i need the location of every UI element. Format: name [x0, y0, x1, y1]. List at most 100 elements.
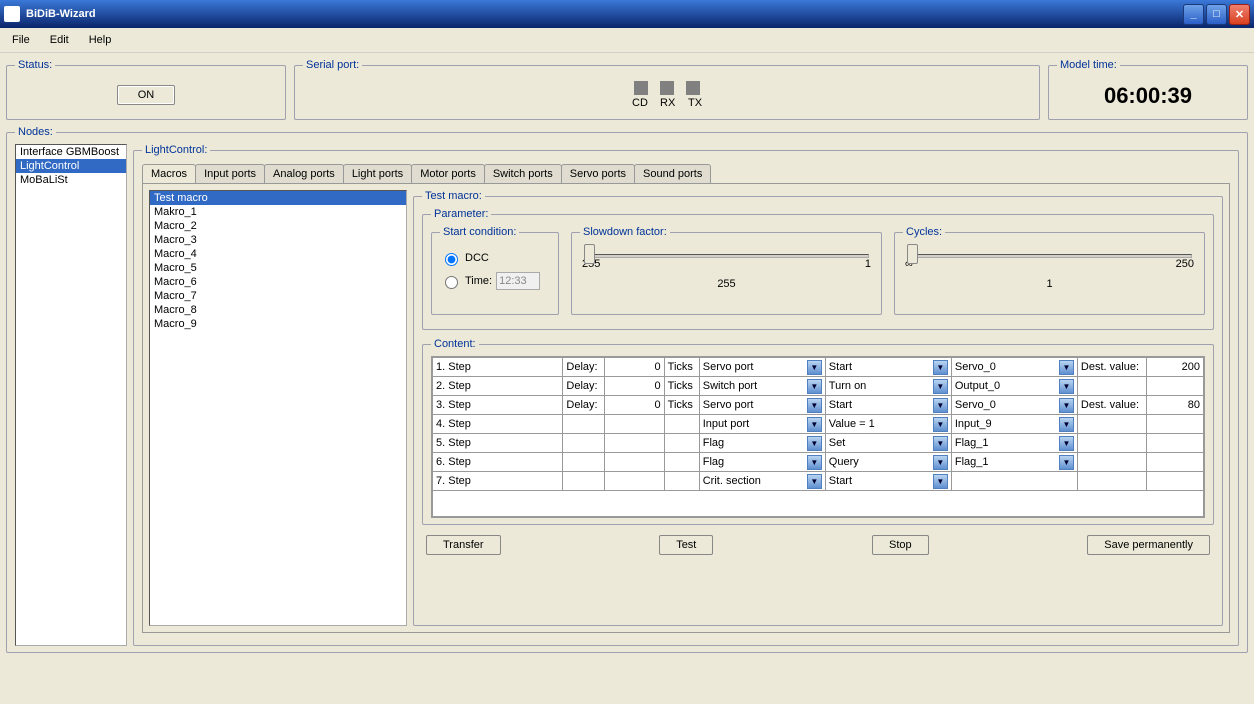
- macro-detail-fieldset: Test macro: Parameter: Start condition: …: [413, 190, 1223, 626]
- dest-input: [1147, 453, 1204, 472]
- tab[interactable]: Motor ports: [411, 164, 485, 183]
- macro-item[interactable]: Macro_2: [150, 219, 406, 233]
- macro-title: Test macro:: [422, 190, 485, 202]
- macro-item[interactable]: Macro_8: [150, 303, 406, 317]
- menu-edit[interactable]: Edit: [46, 32, 73, 48]
- chevron-down-icon[interactable]: ▼: [807, 398, 822, 413]
- dest-input[interactable]: 80: [1147, 396, 1204, 415]
- port-dropdown[interactable]: Servo port▼: [703, 397, 822, 413]
- tab[interactable]: Macros: [142, 164, 196, 183]
- dest-input[interactable]: 200: [1147, 358, 1204, 377]
- target-dropdown[interactable]: Input_9▼: [955, 416, 1074, 432]
- serial-legend: Serial port:: [303, 59, 362, 71]
- action-dropdown[interactable]: Start▼: [829, 397, 948, 413]
- chevron-down-icon[interactable]: ▼: [933, 474, 948, 489]
- test-button[interactable]: Test: [659, 535, 713, 555]
- start-condition-legend: Start condition:: [440, 226, 519, 238]
- stop-button[interactable]: Stop: [872, 535, 929, 555]
- chevron-down-icon[interactable]: ▼: [933, 398, 948, 413]
- nodes-list[interactable]: Interface GBMBoostLightControlMoBaLiSt: [15, 144, 127, 646]
- tx-led: [686, 81, 700, 95]
- target-dropdown[interactable]: Servo_0▼: [955, 397, 1074, 413]
- macro-list[interactable]: Test macroMakro_1Macro_2Macro_3Macro_4Ma…: [149, 190, 407, 626]
- macro-item[interactable]: Macro_5: [150, 261, 406, 275]
- lightcontrol-fieldset: LightControl: MacrosInput portsAnalog po…: [133, 144, 1239, 646]
- macro-item[interactable]: Test macro: [150, 191, 406, 205]
- delay-input: [604, 434, 664, 453]
- port-dropdown[interactable]: Flag▼: [703, 435, 822, 451]
- macro-item[interactable]: Macro_7: [150, 289, 406, 303]
- macro-item[interactable]: Macro_9: [150, 317, 406, 331]
- tab[interactable]: Analog ports: [264, 164, 344, 183]
- target-dropdown[interactable]: Servo_0▼: [955, 359, 1074, 375]
- chevron-down-icon[interactable]: ▼: [933, 379, 948, 394]
- close-button[interactable]: ✕: [1229, 4, 1250, 25]
- chevron-down-icon[interactable]: ▼: [807, 455, 822, 470]
- node-item[interactable]: MoBaLiSt: [16, 173, 126, 187]
- chevron-down-icon[interactable]: ▼: [807, 474, 822, 489]
- port-dropdown[interactable]: Servo port▼: [703, 359, 822, 375]
- chevron-down-icon[interactable]: ▼: [1059, 360, 1074, 375]
- delay-input[interactable]: 0: [604, 377, 664, 396]
- port-dropdown[interactable]: Input port▼: [703, 416, 822, 432]
- dest-label: Dest. value:: [1077, 358, 1147, 377]
- slowdown-thumb[interactable]: [584, 244, 595, 264]
- target-dropdown[interactable]: Output_0▼: [955, 378, 1074, 394]
- time-radio[interactable]: [445, 276, 458, 289]
- cycles-max: 250: [1176, 258, 1194, 270]
- action-dropdown[interactable]: Value = 1▼: [829, 416, 948, 432]
- chevron-down-icon[interactable]: ▼: [1059, 417, 1074, 432]
- save-button[interactable]: Save permanently: [1087, 535, 1210, 555]
- menu-file[interactable]: File: [8, 32, 34, 48]
- cd-label: CD: [632, 97, 646, 109]
- maximize-button[interactable]: □: [1206, 4, 1227, 25]
- dest-label: [1077, 377, 1147, 396]
- delay-label: [563, 472, 605, 491]
- time-input[interactable]: [496, 272, 540, 290]
- action-dropdown[interactable]: Turn on▼: [829, 378, 948, 394]
- node-item[interactable]: LightControl: [16, 159, 126, 173]
- node-item[interactable]: Interface GBMBoost: [16, 145, 126, 159]
- tab[interactable]: Light ports: [343, 164, 412, 183]
- action-dropdown[interactable]: Start▼: [829, 359, 948, 375]
- macro-item[interactable]: Macro_3: [150, 233, 406, 247]
- macro-item[interactable]: Makro_1: [150, 205, 406, 219]
- on-button[interactable]: ON: [117, 85, 176, 105]
- chevron-down-icon[interactable]: ▼: [807, 436, 822, 451]
- chevron-down-icon[interactable]: ▼: [807, 360, 822, 375]
- chevron-down-icon[interactable]: ▼: [1059, 436, 1074, 451]
- action-dropdown[interactable]: Start▼: [829, 473, 948, 489]
- delay-input[interactable]: 0: [604, 396, 664, 415]
- chevron-down-icon[interactable]: ▼: [933, 455, 948, 470]
- dcc-radio[interactable]: [445, 253, 458, 266]
- chevron-down-icon[interactable]: ▼: [1059, 379, 1074, 394]
- port-dropdown[interactable]: Switch port▼: [703, 378, 822, 394]
- chevron-down-icon[interactable]: ▼: [1059, 455, 1074, 470]
- chevron-down-icon[interactable]: ▼: [933, 360, 948, 375]
- tab[interactable]: Input ports: [195, 164, 265, 183]
- cycles-thumb[interactable]: [907, 244, 918, 264]
- menu-help[interactable]: Help: [85, 32, 116, 48]
- port-dropdown[interactable]: Crit. section▼: [703, 473, 822, 489]
- chevron-down-icon[interactable]: ▼: [1059, 398, 1074, 413]
- tab[interactable]: Servo ports: [561, 164, 635, 183]
- dest-label: [1077, 453, 1147, 472]
- target-dropdown[interactable]: Flag_1▼: [955, 435, 1074, 451]
- transfer-button[interactable]: Transfer: [426, 535, 501, 555]
- delay-input[interactable]: 0: [604, 358, 664, 377]
- macro-item[interactable]: Macro_4: [150, 247, 406, 261]
- macro-item[interactable]: Macro_6: [150, 275, 406, 289]
- lightcontrol-legend: LightControl:: [142, 144, 210, 156]
- tab[interactable]: Switch ports: [484, 164, 562, 183]
- chevron-down-icon[interactable]: ▼: [933, 417, 948, 432]
- chevron-down-icon[interactable]: ▼: [933, 436, 948, 451]
- chevron-down-icon[interactable]: ▼: [807, 379, 822, 394]
- dest-input: [1147, 434, 1204, 453]
- chevron-down-icon[interactable]: ▼: [807, 417, 822, 432]
- action-dropdown[interactable]: Query▼: [829, 454, 948, 470]
- tab[interactable]: Sound ports: [634, 164, 711, 183]
- port-dropdown[interactable]: Flag▼: [703, 454, 822, 470]
- target-dropdown[interactable]: Flag_1▼: [955, 454, 1074, 470]
- action-dropdown[interactable]: Set▼: [829, 435, 948, 451]
- minimize-button[interactable]: _: [1183, 4, 1204, 25]
